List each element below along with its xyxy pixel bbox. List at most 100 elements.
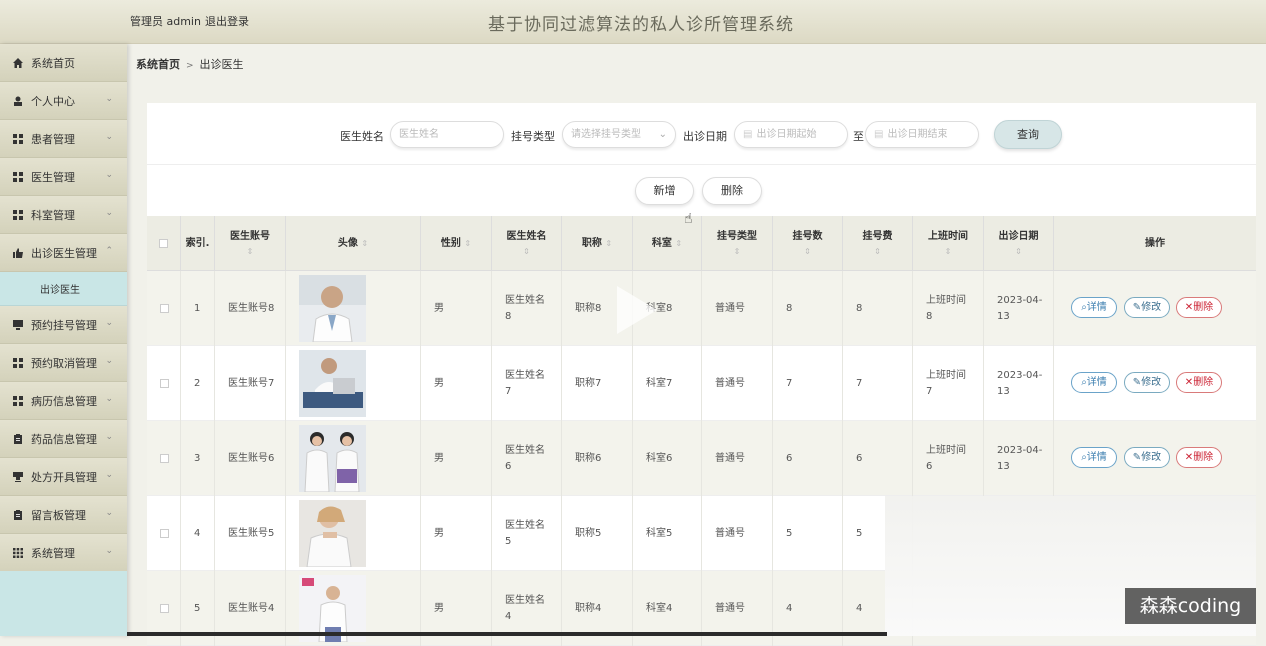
sidebar-item-label: 留言板管理 bbox=[31, 508, 86, 522]
doctor-avatar[interactable] bbox=[299, 425, 366, 492]
sidebar-item-messages[interactable]: 留言板管理 ⌄ bbox=[0, 496, 127, 534]
sort-icon: ⇕ bbox=[944, 246, 952, 256]
delete-button[interactable]: ✕删除 bbox=[1176, 297, 1222, 318]
col-work-time[interactable]: 上班时间 ⇕ bbox=[913, 216, 984, 271]
sidebar-filler bbox=[0, 571, 127, 636]
breadcrumb-separator: > bbox=[186, 61, 194, 71]
col-visit-date-label: 出诊日期 bbox=[998, 230, 1039, 242]
cell-dept: 科室6 bbox=[633, 421, 702, 496]
play-icon[interactable] bbox=[617, 286, 657, 334]
sidebar: 系统首页 个人中心 ⌄ 患者管理 ⌄ 医生管理 ⌄ 科室管理 ⌄ 出诊医生管理 … bbox=[0, 44, 127, 636]
chevron-down-icon: ⌄ bbox=[105, 470, 113, 480]
edit-button[interactable]: ✎修改 bbox=[1124, 447, 1170, 468]
sidebar-item-cancellations[interactable]: 预约取消管理 ⌄ bbox=[0, 344, 127, 382]
close-icon: ✕ bbox=[1184, 377, 1194, 388]
sidebar-item-prescriptions[interactable]: 处方开具管理 ⌄ bbox=[0, 458, 127, 496]
col-avatar[interactable]: 头像 ⇕ bbox=[286, 216, 421, 271]
cell-count: 7 bbox=[773, 346, 843, 421]
cell-index: 4 bbox=[181, 496, 215, 571]
query-button[interactable]: 查询 bbox=[994, 120, 1062, 149]
batch-delete-button[interactable]: 删除 bbox=[702, 177, 762, 205]
delete-label: 删除 bbox=[1193, 302, 1214, 313]
reg-type-select[interactable]: 请选择挂号类型 ⌄ bbox=[562, 121, 676, 148]
cell-title: 职称7 bbox=[562, 346, 633, 421]
cell-type: 普通号 bbox=[702, 421, 773, 496]
detail-button[interactable]: ⌕详情 bbox=[1071, 372, 1117, 393]
select-all-checkbox[interactable] bbox=[147, 216, 181, 271]
delete-button[interactable]: ✕删除 bbox=[1176, 372, 1222, 393]
row-checkbox[interactable] bbox=[147, 496, 181, 571]
col-type-label: 挂号类型 bbox=[717, 230, 757, 242]
submenu-item-duty-doctor[interactable]: 出诊医生 bbox=[0, 272, 127, 306]
cell-account: 医生账号5 bbox=[215, 496, 286, 571]
col-type[interactable]: 挂号类型 ⇕ bbox=[702, 216, 773, 271]
sidebar-item-patients[interactable]: 患者管理 ⌄ bbox=[0, 120, 127, 158]
sort-icon: ⇕ bbox=[804, 246, 811, 256]
sidebar-item-system[interactable]: 系统管理 ⌄ bbox=[0, 534, 127, 572]
sort-icon: ⇕ bbox=[246, 246, 254, 256]
chevron-down-icon: ⌄ bbox=[105, 394, 113, 404]
col-fee[interactable]: 挂号费 ⇕ bbox=[843, 216, 913, 271]
add-button[interactable]: 新增 bbox=[635, 177, 694, 205]
sidebar-item-duty-doctors[interactable]: 出诊医生管理 ⌃ bbox=[0, 234, 127, 272]
chevron-down-icon: ⌄ bbox=[105, 208, 113, 218]
row-checkbox[interactable] bbox=[147, 271, 181, 346]
doctor-name-input[interactable]: 医生姓名 bbox=[390, 121, 504, 148]
breadcrumb-home[interactable]: 系统首页 bbox=[136, 58, 180, 71]
chevron-down-icon: ⌄ bbox=[658, 129, 667, 140]
row-checkbox[interactable] bbox=[147, 346, 181, 421]
detail-button[interactable]: ⌕详情 bbox=[1071, 447, 1117, 468]
sidebar-item-appointments[interactable]: 预约挂号管理 ⌄ bbox=[0, 306, 127, 344]
col-account[interactable]: 医生账号 ⇕ bbox=[215, 216, 286, 271]
sidebar-item-home[interactable]: 系统首页 bbox=[0, 44, 127, 82]
doctor-avatar[interactable] bbox=[299, 350, 366, 417]
col-name[interactable]: 医生姓名 ⇕ bbox=[492, 216, 562, 271]
col-gender[interactable]: 性别 ⇕ bbox=[421, 216, 492, 271]
col-avatar-label: 头像 ⇕ bbox=[338, 236, 368, 251]
col-gender-text: 性别 bbox=[440, 238, 461, 249]
table-row: 3 医生账号6 男 医生姓名 6 职称6 科室6 普通号 6 6 上班时间 6 20… bbox=[147, 421, 1256, 496]
cell-visit-date-line1: 2023-04- bbox=[997, 369, 1043, 381]
cell-visit-date-line1: 2023-04- bbox=[997, 444, 1043, 456]
col-title[interactable]: 职称 ⇕ bbox=[562, 216, 633, 271]
cell-avatar bbox=[286, 271, 421, 346]
col-index[interactable]: 索引. bbox=[181, 216, 215, 271]
col-actions: 操作 bbox=[1054, 216, 1256, 271]
cell-name: 医生姓名 6 bbox=[492, 421, 562, 496]
delete-button[interactable]: ✕删除 bbox=[1176, 447, 1222, 468]
date-start-input[interactable]: ▤ 出诊日期起始 bbox=[734, 121, 848, 148]
cell-work-time: 上班时间 7 bbox=[913, 346, 984, 421]
chevron-down-icon: ⌄ bbox=[105, 546, 113, 556]
cell-index: 1 bbox=[181, 271, 215, 346]
sidebar-item-doctors[interactable]: 医生管理 ⌄ bbox=[0, 158, 127, 196]
cell-visit-date: 2023-04- 13 bbox=[984, 271, 1054, 346]
sort-icon: ⇕ bbox=[733, 246, 741, 256]
sidebar-item-drugs[interactable]: 药品信息管理 ⌄ bbox=[0, 420, 127, 458]
sidebar-item-profile[interactable]: 个人中心 ⌄ bbox=[0, 82, 127, 120]
cell-avatar bbox=[286, 346, 421, 421]
detail-button[interactable]: ⌕详情 bbox=[1071, 297, 1117, 318]
col-index-label: 索引. bbox=[185, 238, 210, 249]
sort-icon: ⇕ bbox=[675, 239, 683, 248]
row-checkbox[interactable] bbox=[147, 421, 181, 496]
doctor-avatar[interactable] bbox=[299, 500, 366, 567]
cell-name-line1: 医生姓名 bbox=[505, 369, 545, 381]
edit-button[interactable]: ✎修改 bbox=[1124, 297, 1170, 318]
cell-dept: 科室7 bbox=[633, 346, 702, 421]
sidebar-item-label: 患者管理 bbox=[31, 132, 75, 146]
doctor-avatar[interactable] bbox=[299, 275, 366, 342]
user-icon bbox=[13, 96, 23, 106]
chevron-down-icon: ⌄ bbox=[105, 132, 113, 142]
reg-type-placeholder: 请选择挂号类型 bbox=[571, 129, 641, 140]
sidebar-item-departments[interactable]: 科室管理 ⌄ bbox=[0, 196, 127, 234]
sidebar-item-records[interactable]: 病历信息管理 ⌄ bbox=[0, 382, 127, 420]
col-visit-date[interactable]: 出诊日期 ⇕ bbox=[984, 216, 1054, 271]
logout-link[interactable]: 退出登录 bbox=[205, 13, 249, 29]
cell-name-line2: 5 bbox=[505, 535, 512, 547]
edit-button[interactable]: ✎修改 bbox=[1124, 372, 1170, 393]
col-count[interactable]: 挂号数 ⇕ bbox=[773, 216, 843, 271]
date-end-input[interactable]: ▤ 出诊日期结束 bbox=[865, 121, 979, 148]
breadcrumb: 系统首页 > 出诊医生 bbox=[136, 56, 244, 72]
col-count-label: 挂号数 bbox=[792, 230, 823, 242]
detail-label: 详情 bbox=[1086, 452, 1107, 463]
